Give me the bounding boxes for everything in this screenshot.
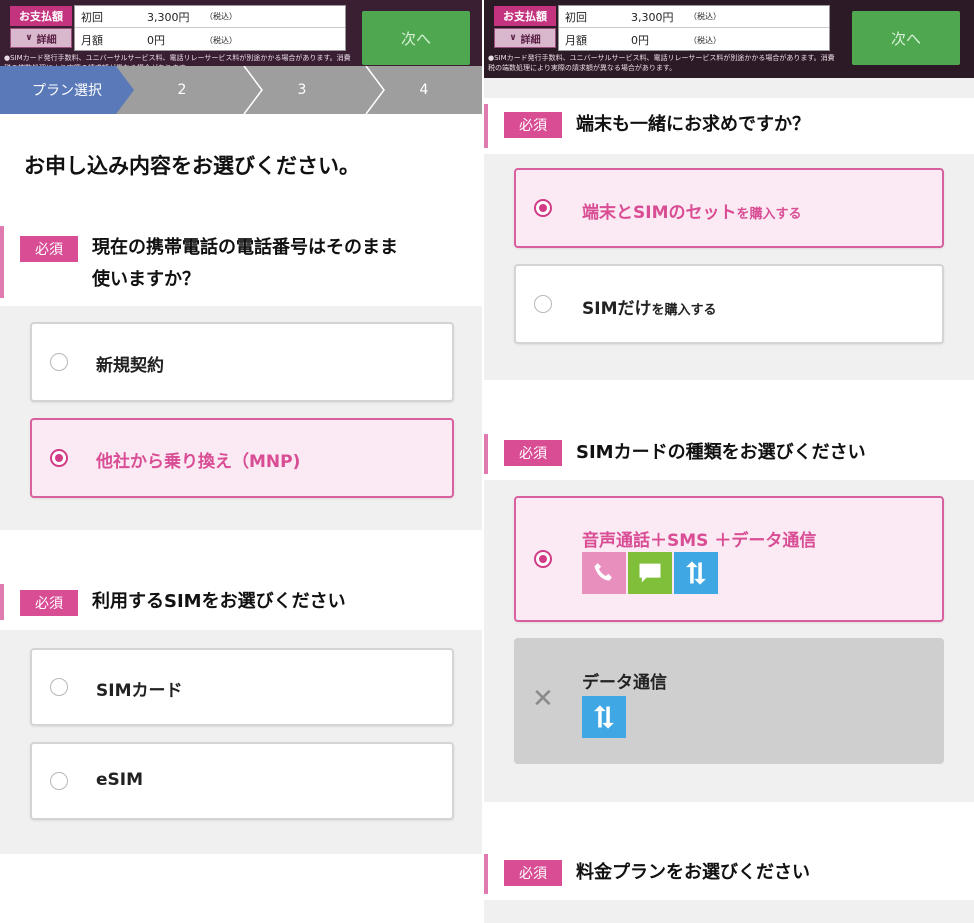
page-title: お申し込み内容をお選びください。 <box>24 154 360 178</box>
initial-row: 初回 3,300円 （税込） <box>559 6 829 28</box>
option-label: eSIM <box>96 770 144 790</box>
payment-rows: 初回 3,300円 （税込） 月額 0円 （税込） <box>74 5 346 51</box>
question-phone-number-header: 必須 現在の携帯電話の電話番号はそのまま 使いますか？ <box>0 226 482 306</box>
radio-button[interactable] <box>50 353 68 371</box>
options-area: 音声通話＋SMS ＋データ通信 ✕ データ通信 <box>484 480 974 802</box>
initial-label: 初回 <box>81 10 103 24</box>
option-label: SIMカード <box>96 681 183 701</box>
detail-toggle-button[interactable]: ∨ 詳細 <box>10 28 72 48</box>
payment-rows: 初回 3,300円 （税込） 月額 0円 （税込） <box>558 5 830 51</box>
monthly-label: 月額 <box>81 34 103 47</box>
question-device-header: 必須 端末も一緒にお求めですか？ <box>484 98 974 154</box>
option-data-only: ✕ データ通信 <box>514 638 944 764</box>
option-esim[interactable]: eSIM <box>30 742 454 820</box>
monthly-amount: 0円 <box>147 34 165 47</box>
initial-tax: （税込） <box>205 12 237 21</box>
detail-toggle-button[interactable]: ∨ 詳細 <box>494 28 556 48</box>
detail-label: 詳細 <box>520 34 541 46</box>
phone-icon <box>582 552 626 594</box>
initial-amount: 3,300円 <box>631 10 674 24</box>
initial-amount: 3,300円 <box>147 10 190 24</box>
spacer <box>484 78 974 98</box>
options-area: SIMカード eSIM <box>0 630 482 854</box>
radio-button-selected[interactable] <box>534 550 552 568</box>
initial-row: 初回 3,300円 （税込） <box>75 6 345 28</box>
left-screen: お支払額 ∨ 詳細 初回 3,300円 （税込） 月額 0円 （税込） ●SIM… <box>0 0 482 923</box>
options-area <box>484 900 974 923</box>
question-text: 端末も一緒にお求めですか？ <box>576 114 810 135</box>
radio-button[interactable] <box>50 772 68 790</box>
payment-summary-bar: お支払額 ∨ 詳細 初回 3,300円 （税込） 月額 0円 （税込） ●SIM… <box>484 0 974 78</box>
monthly-amount: 0円 <box>631 34 649 47</box>
step-plan-select[interactable]: プラン選択 <box>0 66 134 114</box>
required-badge: 必須 <box>504 860 562 886</box>
monthly-row: 月額 0円 （税込） <box>75 29 345 51</box>
data-transfer-icon <box>582 696 626 738</box>
question-sim-header: 必須 利用するSIMをお選びください <box>0 584 482 630</box>
option-sim-only[interactable]: SIMだけを購入する <box>514 264 944 344</box>
data-transfer-icon <box>674 552 718 594</box>
question-text-line1: 現在の携帯電話の電話番号はそのまま <box>92 237 398 258</box>
detail-label: 詳細 <box>36 34 57 46</box>
accent-bar <box>484 854 488 894</box>
option-label: SIMだけを購入する <box>582 299 717 319</box>
chevron-down-icon: ∨ <box>25 33 33 43</box>
next-button[interactable]: 次へ <box>852 11 960 65</box>
radio-button[interactable] <box>534 295 552 313</box>
radio-button-selected[interactable] <box>50 449 68 467</box>
pay-amount-tag: お支払額 <box>494 6 556 26</box>
required-badge: 必須 <box>504 112 562 138</box>
option-device-and-sim[interactable]: 端末とSIMのセットを購入する <box>514 168 944 248</box>
next-button[interactable]: 次へ <box>362 11 470 65</box>
monthly-label: 月額 <box>565 34 587 47</box>
accent-bar <box>0 226 4 298</box>
accent-bar <box>484 104 488 148</box>
initial-tax: （税込） <box>689 12 721 21</box>
monthly-tax: （税込） <box>205 35 237 45</box>
option-sim-card[interactable]: SIMカード <box>30 648 454 726</box>
radio-button-selected[interactable] <box>534 199 552 217</box>
chevron-down-icon: ∨ <box>509 33 517 43</box>
step-progress-bar: プラン選択 2 3 4 <box>0 66 482 114</box>
options-area: 新規契約 他社から乗り換え（MNP) <box>0 306 482 530</box>
question-text: 利用するSIMをお選びください <box>92 591 346 612</box>
monthly-tax: （税込） <box>689 35 721 45</box>
step-4[interactable]: 4 <box>376 66 472 114</box>
accent-bar <box>484 434 488 474</box>
accent-bar <box>0 584 4 620</box>
required-badge: 必須 <box>20 236 78 262</box>
options-area: 端末とSIMのセットを購入する SIMだけを購入する <box>484 154 974 380</box>
question-text-line2: 使いますか？ <box>92 269 200 290</box>
right-screen: お支払額 ∨ 詳細 初回 3,300円 （税込） 月額 0円 （税込） ●SIM… <box>484 0 974 923</box>
option-label: データ通信 <box>582 673 667 693</box>
required-badge: 必須 <box>20 590 78 616</box>
monthly-row: 月額 0円 （税込） <box>559 29 829 51</box>
step-3[interactable]: 3 <box>254 66 350 114</box>
initial-label: 初回 <box>565 10 587 24</box>
radio-button[interactable] <box>50 678 68 696</box>
close-icon: ✕ <box>532 684 554 714</box>
option-label: 他社から乗り換え（MNP) <box>96 452 301 472</box>
option-mnp[interactable]: 他社から乗り換え（MNP) <box>30 418 454 498</box>
question-plan-header: 必須 料金プランをお選びください <box>484 848 974 900</box>
question-sim-type-header: 必須 SIMカードの種類をお選びください <box>484 428 974 480</box>
message-icon <box>628 552 672 594</box>
question-text: SIMカードの種類をお選びください <box>576 442 866 463</box>
option-new-contract[interactable]: 新規契約 <box>30 322 454 402</box>
option-label: 音声通話＋SMS ＋データ通信 <box>582 531 817 551</box>
option-label: 端末とSIMのセットを購入する <box>582 203 802 223</box>
question-text: 料金プランをお選びください <box>576 862 810 883</box>
step-2[interactable]: 2 <box>134 66 230 114</box>
fee-note: ●SIMカード発行手数料、ユニバーサルサービス料、電話リレーサービス料が別途かか… <box>488 54 835 72</box>
option-voice-sms-data[interactable]: 音声通話＋SMS ＋データ通信 <box>514 496 944 622</box>
required-badge: 必須 <box>504 440 562 466</box>
pay-amount-tag: お支払額 <box>10 6 72 26</box>
option-label: 新規契約 <box>96 356 164 376</box>
